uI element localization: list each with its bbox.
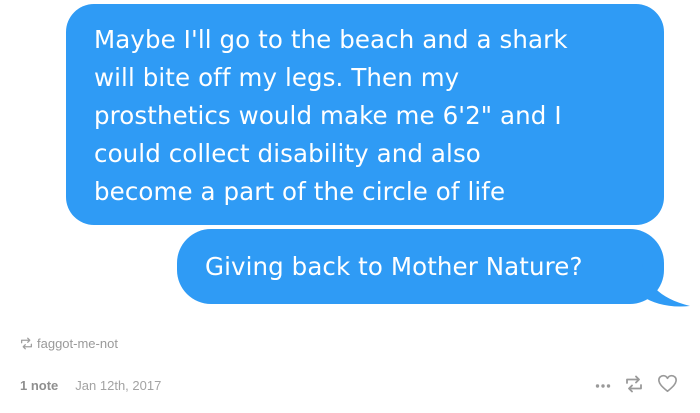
- reblog-source[interactable]: faggot-me-not: [20, 334, 118, 352]
- message-line: could collect disability and also: [94, 139, 481, 168]
- heart-icon[interactable]: [657, 374, 678, 396]
- message-line: will bite off my legs. Then my: [94, 63, 460, 92]
- message-bubble-long: Maybe I'll go to the beach and a shark w…: [66, 4, 664, 225]
- reblog-username[interactable]: faggot-me-not: [37, 336, 118, 351]
- reblog-icon[interactable]: [624, 375, 644, 396]
- message-line: Maybe I'll go to the beach and a shark: [94, 25, 568, 54]
- post-footer: 1 note Jan 12th, 2017: [20, 374, 678, 396]
- message-line: become a part of the circle of life: [94, 177, 506, 206]
- message-line: Giving back to Mother Nature?: [205, 252, 583, 281]
- bubble-tail: [642, 264, 690, 307]
- message-line: prosthetics would make me 6'2" and I: [94, 101, 562, 130]
- more-options-icon[interactable]: [595, 378, 611, 393]
- notes-count[interactable]: 1 note: [20, 378, 58, 393]
- post-date[interactable]: Jan 12th, 2017: [75, 378, 161, 393]
- post-actions: [582, 374, 678, 396]
- reblog-icon: [20, 337, 33, 350]
- message-bubble-short: Giving back to Mother Nature?: [177, 229, 664, 304]
